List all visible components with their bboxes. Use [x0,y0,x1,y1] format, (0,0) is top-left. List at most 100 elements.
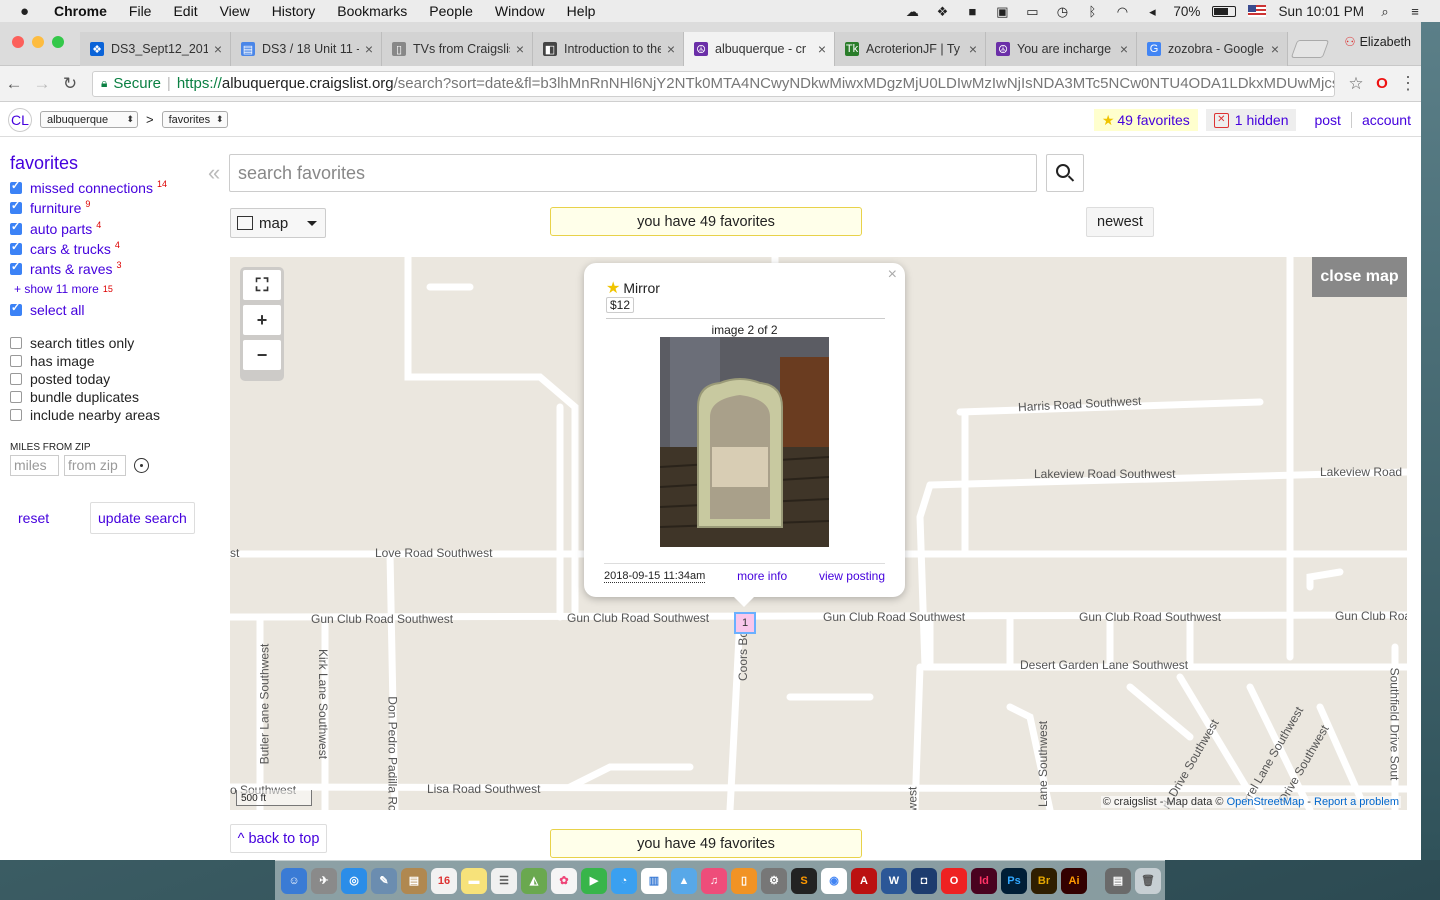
account-link[interactable]: account [1350,112,1421,128]
map-marker[interactable]: 1 [734,612,756,634]
view-mode-dropdown[interactable]: map [230,208,326,238]
keynote-icon[interactable]: ▲ [671,867,697,894]
search-button[interactable] [1046,154,1084,192]
close-tab-icon[interactable]: × [1271,41,1279,57]
menu-people[interactable]: People [429,3,473,19]
browser-tab[interactable]: ▤ DS3 / 18 Unit 11 - × [231,32,382,66]
close-tab-icon[interactable]: × [214,41,222,57]
notes-icon[interactable]: ▬ [461,867,487,894]
search-option-checkbox[interactable]: bundle duplicates [10,388,205,406]
menu-window[interactable]: Window [495,3,545,19]
dropbox-icon[interactable]: ❖ [933,5,951,18]
reminders-icon[interactable]: ☰ [491,867,517,894]
calendar-icon[interactable]: 16 [431,867,457,894]
osm-link[interactable]: OpenStreetMap [1227,796,1305,808]
reset-button[interactable]: reset [18,510,90,526]
app-menu[interactable]: Chrome [54,3,107,19]
back-icon[interactable]: ← [0,74,28,94]
bluetooth-icon[interactable]: ᛒ [1083,5,1101,18]
downloads-stack-icon[interactable]: ▤ [1105,867,1131,894]
profile-button[interactable]: ⚇ Elizabeth [1344,34,1411,49]
clock[interactable]: Sun 10:01 PM [1278,4,1364,19]
numbers-icon[interactable]: ▥ [641,867,667,894]
illustrator-icon[interactable]: Ai [1061,867,1087,894]
locate-me-icon[interactable] [134,457,149,473]
spotlight-icon[interactable]: ⌕ [1376,5,1394,18]
back-to-top-button[interactable]: ^ back to top [230,824,327,853]
close-tab-icon[interactable]: × [969,41,977,57]
browser-tab[interactable]: Tk AcroterionJF | Ty × [835,32,986,66]
input-source-flag-icon[interactable] [1248,5,1267,17]
close-icon[interactable]: × [888,266,897,284]
airplay-icon[interactable]: ▭ [1023,5,1041,18]
close-tab-icon[interactable]: × [667,41,675,57]
acrobat-icon[interactable]: A [851,867,877,894]
browser-tab[interactable]: Gzozobra - Google × [1137,32,1288,66]
address-bar[interactable]: 🔒︎ Secure | https:// albuquerque.craigsl… [92,70,1335,97]
notification-center-icon[interactable]: ≡ [1406,5,1424,18]
sort-button[interactable]: newest [1086,207,1154,237]
notes-icon[interactable]: ▣ [993,5,1011,18]
zip-input[interactable]: from zip [64,454,126,476]
creative-cloud-icon[interactable]: ☁ [903,5,921,18]
fullscreen-icon[interactable]: ⛶ [243,270,281,300]
extension-icon[interactable]: O [1369,75,1395,92]
battery-icon[interactable] [1212,5,1237,17]
ibooks-icon[interactable]: ▯ [731,867,757,894]
photos-icon[interactable]: ✿ [551,867,577,894]
word-icon[interactable]: W [881,867,907,894]
listing-image[interactable] [660,337,829,547]
search-option-checkbox[interactable]: search titles only [10,334,205,352]
close-tab-icon[interactable]: × [516,41,524,57]
new-tab-button[interactable] [1290,40,1330,58]
menu-file[interactable]: File [129,3,152,19]
menu-view[interactable]: View [220,3,250,19]
popup-title[interactable]: ★ Mirror [606,278,660,298]
sublime-icon[interactable]: S [791,867,817,894]
view-posting-link[interactable]: view posting [819,569,885,583]
miles-input[interactable]: miles [10,454,59,476]
browser-tab[interactable]: ☮ You are incharge × [986,32,1137,66]
time-machine-icon[interactable]: ◷ [1053,5,1071,18]
more-info-link[interactable]: more info [737,569,787,583]
safari-icon[interactable]: ◎ [341,867,367,894]
zoom-in-button[interactable]: + [243,305,281,335]
post-link[interactable]: post [1304,112,1350,128]
map-view[interactable]: Harris Road Southwest Lakeview Road Sout… [230,257,1407,810]
menu-history[interactable]: History [272,3,316,19]
chrome-icon[interactable]: ◉ [821,867,847,894]
chrome-menu-icon[interactable]: ⋮ [1395,73,1421,94]
category-checkbox[interactable]: auto parts4 [10,219,205,239]
bookmark-star-icon[interactable]: ☆ [1343,74,1369,94]
minimize-window-button[interactable] [32,36,44,48]
search-option-checkbox[interactable]: include nearby areas [10,406,205,424]
apple-menu-icon[interactable]: ● [20,3,38,20]
browser-tab[interactable]: ◧ Introduction to the × [533,32,684,66]
favorites-link[interactable]: ★ 49 favorites [1093,109,1198,131]
maps-icon[interactable]: ◭ [521,867,547,894]
tk-app-icon[interactable]: ◘ [911,867,937,894]
close-tab-icon[interactable]: × [818,41,826,57]
reload-icon[interactable]: ↻ [56,74,84,94]
close-tab-icon[interactable]: × [1120,41,1128,57]
itunes-icon[interactable]: ♫ [701,867,727,894]
opera-icon[interactable]: O [941,867,967,894]
select-all-checkbox[interactable]: select all [10,299,205,319]
facetime-icon[interactable]: ▶ [581,867,607,894]
fullscreen-window-button[interactable] [52,36,64,48]
close-window-button[interactable] [12,36,24,48]
browser-tab[interactable]: ❖ DS3_Sept12_2018 × [80,32,231,66]
zoom-out-button[interactable]: − [243,340,281,370]
volume-icon[interactable]: ◂ [1143,5,1161,18]
menu-help[interactable]: Help [567,3,596,19]
search-input[interactable]: search favorites [229,154,1037,192]
contacts-icon[interactable]: ▤ [401,867,427,894]
show-more-link[interactable]: + show 11 more 15 [14,279,205,299]
messages-icon[interactable]: ◔ [611,867,637,894]
system-preferences-icon[interactable]: ⚙ [761,867,787,894]
indesign-icon[interactable]: Id [971,867,997,894]
favorites-banner[interactable]: you have 49 favorites [550,207,862,236]
preview-icon[interactable]: ✎ [371,867,397,894]
bridge-icon[interactable]: Br [1031,867,1057,894]
category-checkbox[interactable]: rants & raves3 [10,259,205,279]
